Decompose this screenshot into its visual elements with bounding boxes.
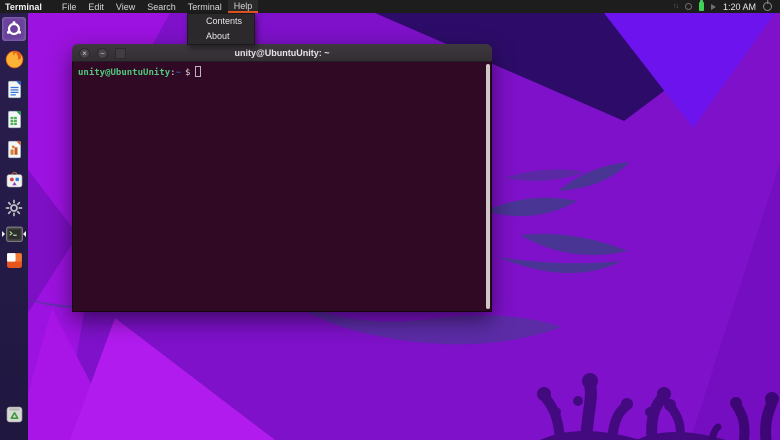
menu-help[interactable]: Help bbox=[227, 0, 259, 13]
network-icon[interactable]: ↑↓ bbox=[673, 0, 679, 13]
prompt-symbol: $ bbox=[184, 68, 191, 78]
window-titlebar[interactable]: × − unity@UbuntuUnity: ~ bbox=[72, 44, 492, 62]
libreoffice-impress-icon[interactable] bbox=[2, 137, 26, 161]
help-dropdown-menu: Contents About bbox=[187, 13, 255, 45]
window-controls: × − bbox=[79, 47, 126, 59]
prompt-path: ~ bbox=[175, 68, 181, 78]
settings-gear-icon[interactable] bbox=[2, 196, 26, 220]
shell-prompt: unity@UbuntuUnity:~ $ bbox=[78, 66, 481, 78]
indicator-area: ↑↓ 1:20 AM bbox=[673, 0, 780, 13]
ubuntu-logo-icon[interactable] bbox=[2, 17, 26, 41]
minimize-button[interactable]: − bbox=[97, 47, 108, 59]
terminal-scrollbar[interactable] bbox=[486, 64, 490, 309]
menu-edit[interactable]: Edit bbox=[82, 0, 110, 13]
terminal-icon[interactable] bbox=[2, 222, 26, 246]
terminal-content-area[interactable]: unity@UbuntuUnity:~ $ bbox=[72, 62, 492, 312]
menu-terminal[interactable]: Terminal bbox=[182, 0, 228, 13]
volume-icon[interactable] bbox=[710, 0, 716, 13]
menu-search[interactable]: Search bbox=[141, 0, 182, 13]
focused-indicator-arrow bbox=[23, 231, 26, 237]
power-icon[interactable] bbox=[763, 0, 772, 13]
terminal-window: × − unity@UbuntuUnity: ~ unity@UbuntuUni… bbox=[72, 44, 492, 312]
global-menubar: File Edit View Search Terminal Help bbox=[56, 0, 259, 13]
prompt-user-host: unity@UbuntuUnity bbox=[78, 68, 171, 78]
battery-icon[interactable] bbox=[698, 0, 704, 13]
unity-launcher bbox=[0, 13, 28, 440]
close-button[interactable]: × bbox=[79, 47, 90, 59]
trash-icon[interactable] bbox=[2, 402, 26, 426]
help-menu-contents[interactable]: Contents bbox=[188, 14, 254, 29]
menu-file[interactable]: File bbox=[56, 0, 83, 13]
active-app-name: Terminal bbox=[5, 1, 42, 12]
keyboard-indicator-icon[interactable] bbox=[684, 0, 692, 13]
libreoffice-writer-icon[interactable] bbox=[2, 77, 26, 101]
running-indicator-arrow bbox=[2, 231, 5, 237]
software-center-icon[interactable] bbox=[2, 167, 26, 191]
top-panel: Terminal File Edit View Search Terminal … bbox=[0, 0, 780, 13]
menu-view[interactable]: View bbox=[110, 0, 141, 13]
software-updater-icon[interactable] bbox=[2, 248, 26, 272]
help-menu-about[interactable]: About bbox=[188, 29, 254, 44]
clock[interactable]: 1:20 AM bbox=[723, 2, 756, 12]
libreoffice-calc-icon[interactable] bbox=[2, 107, 26, 131]
terminal-cursor bbox=[195, 66, 202, 77]
firefox-icon[interactable] bbox=[2, 47, 26, 71]
maximize-button[interactable] bbox=[115, 47, 126, 59]
window-title: unity@UbuntuUnity: ~ bbox=[234, 48, 330, 58]
